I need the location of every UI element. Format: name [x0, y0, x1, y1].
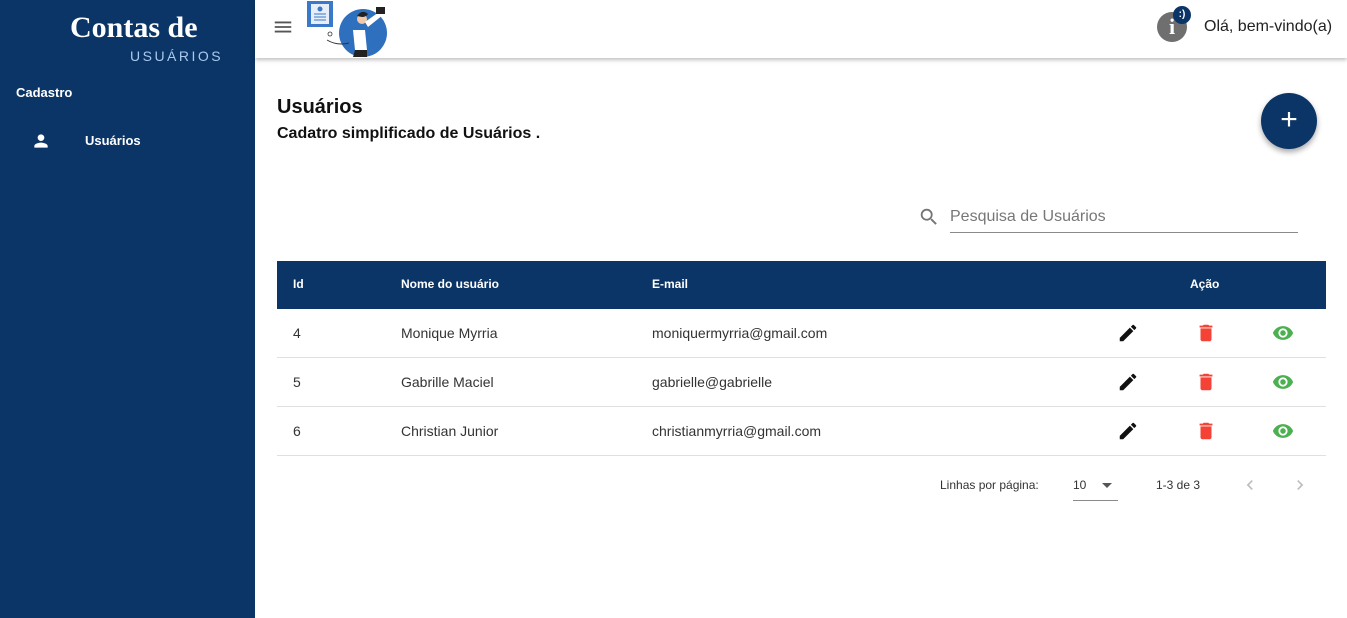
view-icon[interactable]	[1272, 322, 1294, 344]
next-page-button[interactable]	[1290, 474, 1310, 496]
column-header-email: E-mail	[652, 277, 689, 291]
edit-icon[interactable]	[1117, 371, 1139, 393]
cell-name: Monique Myrria	[401, 325, 498, 341]
hamburger-menu-icon[interactable]	[272, 16, 294, 38]
table-header: Id Nome do usuário E-mail Ação	[277, 261, 1326, 309]
previous-page-button[interactable]	[1240, 474, 1260, 496]
search-input[interactable]	[950, 202, 1298, 233]
cell-id: 4	[293, 325, 301, 341]
add-user-button[interactable]: +	[1261, 93, 1317, 149]
sidebar-item-usuarios[interactable]: Usuários	[0, 122, 255, 160]
user-profile-illustration	[305, 0, 391, 58]
edit-icon[interactable]	[1117, 322, 1139, 344]
sidebar-section-label: Cadastro	[16, 85, 73, 100]
greeting-text: Olá, bem-vindo(a)	[1204, 18, 1333, 35]
page-title: Usuários	[277, 96, 363, 118]
view-icon[interactable]	[1272, 371, 1294, 393]
edit-icon[interactable]	[1117, 420, 1139, 442]
delete-icon[interactable]	[1195, 371, 1217, 393]
logo-subtitle: USUÁRIOS	[130, 48, 224, 64]
sidebar-item-label: Usuários	[85, 133, 141, 148]
column-header-name: Nome do usuário	[401, 277, 500, 291]
rows-per-page-value: 10	[1073, 478, 1087, 492]
app-bar: i :) Olá, bem-vindo(a)	[255, 0, 1347, 58]
table-row: 4 Monique Myrria moniquermyrria@gmail.co…	[277, 309, 1326, 358]
cell-email: moniquermyrria@gmail.com	[652, 325, 828, 341]
delete-icon[interactable]	[1195, 322, 1217, 344]
dropdown-arrow-icon	[1102, 483, 1112, 488]
cell-email: christianmyrria@gmail.com	[652, 423, 822, 439]
plus-icon: +	[1280, 103, 1298, 136]
table-row: 6 Christian Junior christianmyrria@gmail…	[277, 407, 1326, 456]
cell-id: 5	[293, 374, 301, 390]
pagination-range: 1-3 de 3	[1156, 478, 1201, 492]
sidebar: Contas de USUÁRIOS Cadastro Usuários	[0, 0, 255, 618]
table-row: 5 Gabrille Maciel gabrielle@gabrielle	[277, 358, 1326, 407]
info-button[interactable]: i :)	[1157, 6, 1191, 43]
rows-per-page-label: Linhas por página:	[940, 478, 1039, 492]
cell-name: Gabrille Maciel	[401, 374, 494, 390]
delete-icon[interactable]	[1195, 420, 1217, 442]
search-icon	[918, 206, 940, 228]
logo-title: Contas de	[70, 11, 198, 44]
column-header-action: Ação	[1190, 277, 1220, 291]
cell-id: 6	[293, 423, 301, 439]
notification-badge: :)	[1173, 6, 1191, 24]
cell-name: Christian Junior	[401, 423, 499, 439]
users-table: Id Nome do usuário E-mail Ação 4 Monique…	[277, 261, 1326, 456]
cell-email: gabrielle@gabrielle	[652, 374, 773, 390]
person-icon	[31, 131, 51, 151]
page-subtitle: Cadatro simplificado de Usuários .	[277, 125, 541, 142]
rows-per-page-select[interactable]: 10	[1073, 470, 1118, 501]
view-icon[interactable]	[1272, 420, 1294, 442]
column-header-id: Id	[293, 277, 304, 291]
